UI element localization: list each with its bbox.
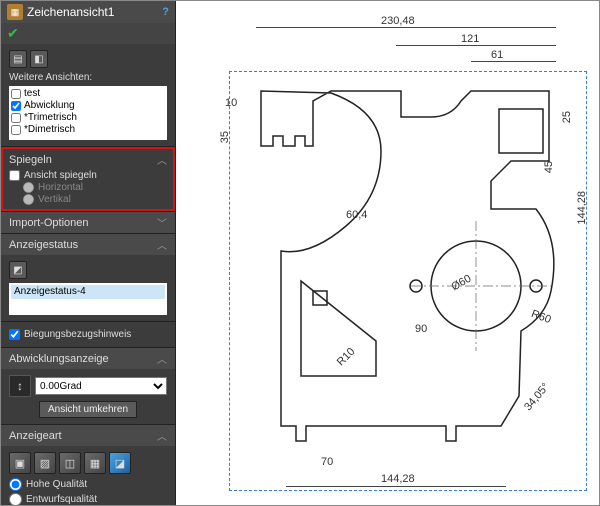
drawing-view-icon: ▦ bbox=[7, 4, 23, 20]
display-state-list[interactable]: Anzeigestatus-4 bbox=[9, 283, 167, 315]
chevron-down-icon: ﹀ bbox=[157, 215, 167, 230]
panel-title-row: ▦ Zeichenansicht1 ? bbox=[1, 1, 175, 23]
display-state-value[interactable]: Anzeigestatus-4 bbox=[11, 285, 165, 299]
chevron-up-icon: ︿ bbox=[157, 351, 167, 366]
view-check-abwicklung[interactable] bbox=[11, 101, 21, 111]
mirror-vertical bbox=[23, 194, 34, 205]
app-window: ▦ Zeichenansicht1 ? ✔ ▤ ◧ Weitere Ansich… bbox=[0, 0, 600, 506]
view-icon-2[interactable]: ◧ bbox=[30, 50, 48, 68]
reverse-view-button[interactable]: Ansicht umkehren bbox=[39, 401, 137, 418]
flatpattern-head[interactable]: Abwicklungsanzeige ︿ bbox=[1, 348, 175, 369]
mirror-horizontal bbox=[23, 182, 34, 193]
more-views-section: ▤ ◧ Weitere Ansichten: test Abwicklung *… bbox=[1, 44, 175, 146]
mirror-section: Spiegeln ︿ Ansicht spiegeln Horizontal V… bbox=[1, 146, 175, 211]
help-icon[interactable]: ? bbox=[162, 6, 169, 18]
confirm-icon[interactable]: ✔ bbox=[7, 25, 19, 41]
chevron-up-icon[interactable]: ︿ bbox=[157, 152, 167, 167]
drawing-sheet: 230,48 121 61 10 35 25 45 144,28 60,4 Ø6… bbox=[191, 11, 584, 495]
display-style-2[interactable]: ▨ bbox=[34, 452, 56, 474]
chevron-up-icon: ︿ bbox=[157, 237, 167, 252]
display-state-icon[interactable]: ◩ bbox=[9, 261, 27, 279]
display-mode-head[interactable]: Anzeigeart ︿ bbox=[1, 425, 175, 446]
drawing-canvas[interactable]: 230,48 121 61 10 35 25 45 144,28 60,4 Ø6… bbox=[176, 1, 599, 505]
dim-top-2: 121 bbox=[461, 33, 479, 45]
display-state-head[interactable]: Anzeigestatus ︿ bbox=[1, 234, 175, 255]
high-quality-radio[interactable] bbox=[9, 478, 22, 491]
view-check-trimetrisch[interactable] bbox=[11, 113, 21, 123]
mirror-title: Spiegeln bbox=[9, 154, 52, 166]
dim-top-3: 61 bbox=[491, 49, 503, 61]
view-icon-1[interactable]: ▤ bbox=[9, 50, 27, 68]
flip-icon[interactable]: ↕ bbox=[9, 375, 31, 397]
dim-top-1: 230,48 bbox=[381, 15, 415, 27]
chevron-up-icon: ︿ bbox=[157, 428, 167, 443]
import-options-head[interactable]: Import-Optionen ﹀ bbox=[1, 212, 175, 233]
display-style-1[interactable]: ▣ bbox=[9, 452, 31, 474]
bend-note-check[interactable] bbox=[9, 329, 20, 340]
view-check-test[interactable] bbox=[11, 89, 21, 99]
display-style-5[interactable]: ◪ bbox=[109, 452, 131, 474]
views-listbox[interactable]: test Abwicklung *Trimetrisch *Dimetrisch bbox=[9, 86, 167, 140]
more-views-label: Weitere Ansichten: bbox=[9, 72, 167, 83]
display-style-4[interactable]: ▦ bbox=[84, 452, 106, 474]
property-panel: ▦ Zeichenansicht1 ? ✔ ▤ ◧ Weitere Ansich… bbox=[1, 1, 176, 505]
mirror-check[interactable] bbox=[9, 170, 20, 181]
view-check-dimetrisch[interactable] bbox=[11, 125, 21, 135]
mirror-highlight: Spiegeln ︿ Ansicht spiegeln Horizontal V… bbox=[1, 147, 175, 211]
angle-select[interactable]: 0.00Grad bbox=[35, 377, 167, 395]
confirm-row: ✔ bbox=[1, 23, 175, 44]
panel-title: Zeichenansicht1 bbox=[27, 5, 158, 19]
draft-quality-radio[interactable] bbox=[9, 493, 22, 505]
part-drawing bbox=[251, 81, 571, 481]
display-style-3[interactable]: ◫ bbox=[59, 452, 81, 474]
